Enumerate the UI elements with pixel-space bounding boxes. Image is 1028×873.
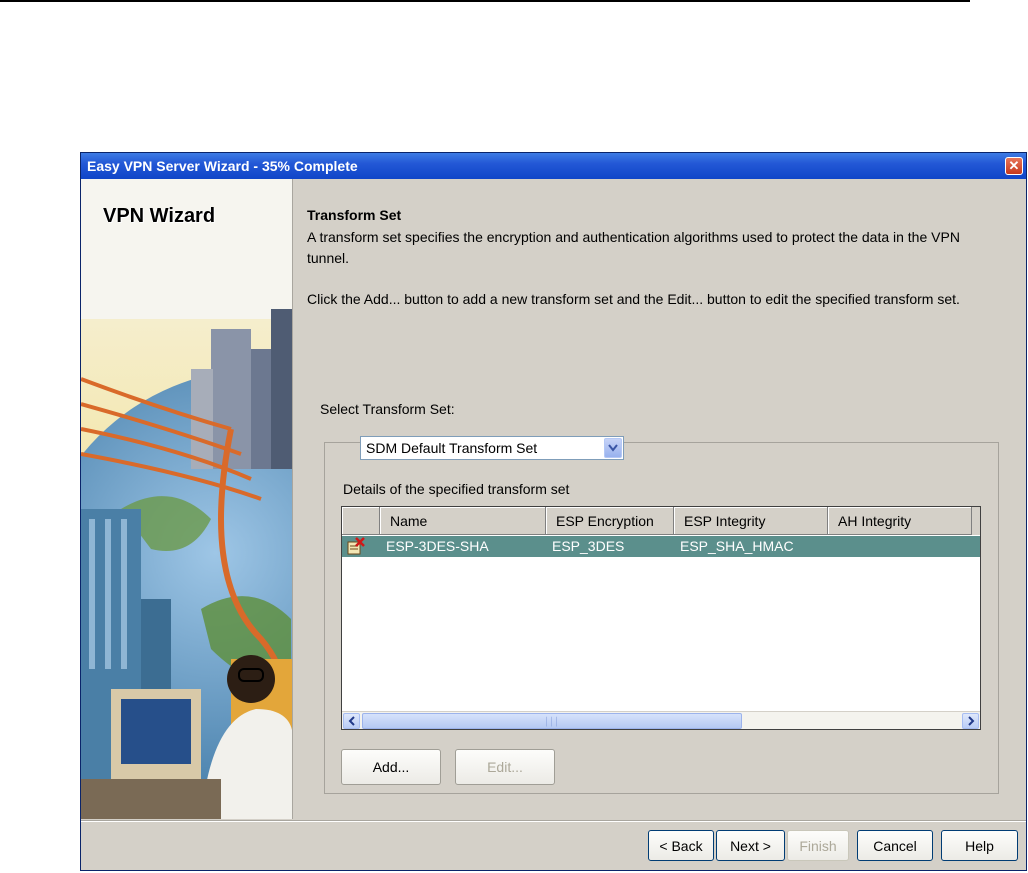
help-button[interactable]: Help — [941, 830, 1018, 861]
column-header-esp-integrity[interactable]: ESP Integrity — [674, 507, 828, 535]
chevron-left-icon[interactable] — [343, 713, 360, 729]
transform-set-table: Name ESP Encryption ESP Integrity AH Int… — [341, 506, 981, 730]
transform-set-icon — [347, 537, 365, 555]
column-header-esp-encryption[interactable]: ESP Encryption — [546, 507, 674, 535]
description-text: A transform set specifies the encryption… — [307, 229, 960, 266]
column-header-name[interactable]: Name — [380, 507, 546, 535]
window-title: Easy VPN Server Wizard - 35% Complete — [87, 158, 358, 174]
cell-name: ESP-3DES-SHA — [386, 538, 489, 554]
horizontal-scrollbar[interactable]: │││ — [342, 711, 980, 729]
add-button[interactable]: Add... — [341, 749, 441, 785]
wizard-side-illustration: VPN Wizard — [81, 179, 293, 819]
page-top-rule — [0, 0, 970, 2]
transform-set-dropdown-value: SDM Default Transform Set — [366, 440, 538, 456]
page-heading: Transform Set — [307, 207, 402, 223]
edit-button[interactable]: Edit... — [455, 749, 555, 785]
city-globe-illustration — [81, 179, 292, 819]
wizard-footer: < Back Next > Finish Cancel Help — [81, 820, 1026, 871]
wizard-content: Transform Set A transform set specifies … — [307, 179, 1019, 819]
sidebar-title: VPN Wizard — [103, 205, 216, 227]
back-button[interactable]: < Back — [648, 830, 714, 861]
chevron-right-icon[interactable] — [962, 713, 979, 729]
table-header: Name ESP Encryption ESP Integrity AH Int… — [342, 507, 980, 535]
cell-esp-encryption: ESP_3DES — [552, 538, 625, 554]
close-icon[interactable]: ✕ — [1005, 157, 1023, 175]
wizard-window: Easy VPN Server Wizard - 35% Complete ✕ — [80, 152, 1027, 871]
table-row[interactable]: ESP-3DES-SHA ESP_3DES ESP_SHA_HMAC — [342, 536, 980, 557]
transform-set-dropdown[interactable]: SDM Default Transform Set — [360, 436, 624, 460]
select-transform-set-label: Select Transform Set: — [320, 401, 455, 417]
cancel-button[interactable]: Cancel — [857, 830, 933, 861]
column-header-icon[interactable] — [342, 507, 380, 535]
next-button[interactable]: Next > — [716, 830, 785, 861]
details-label: Details of the specified transform set — [343, 481, 570, 497]
cell-esp-integrity: ESP_SHA_HMAC — [680, 538, 794, 554]
chevron-down-icon[interactable] — [604, 438, 622, 458]
scrollbar-thumb[interactable]: │││ — [362, 713, 742, 729]
instructions-text: Click the Add... button to add a new tra… — [307, 291, 960, 307]
finish-button[interactable]: Finish — [787, 830, 849, 861]
title-bar[interactable]: Easy VPN Server Wizard - 35% Complete ✕ — [81, 153, 1026, 179]
column-header-ah-integrity[interactable]: AH Integrity — [828, 507, 972, 535]
